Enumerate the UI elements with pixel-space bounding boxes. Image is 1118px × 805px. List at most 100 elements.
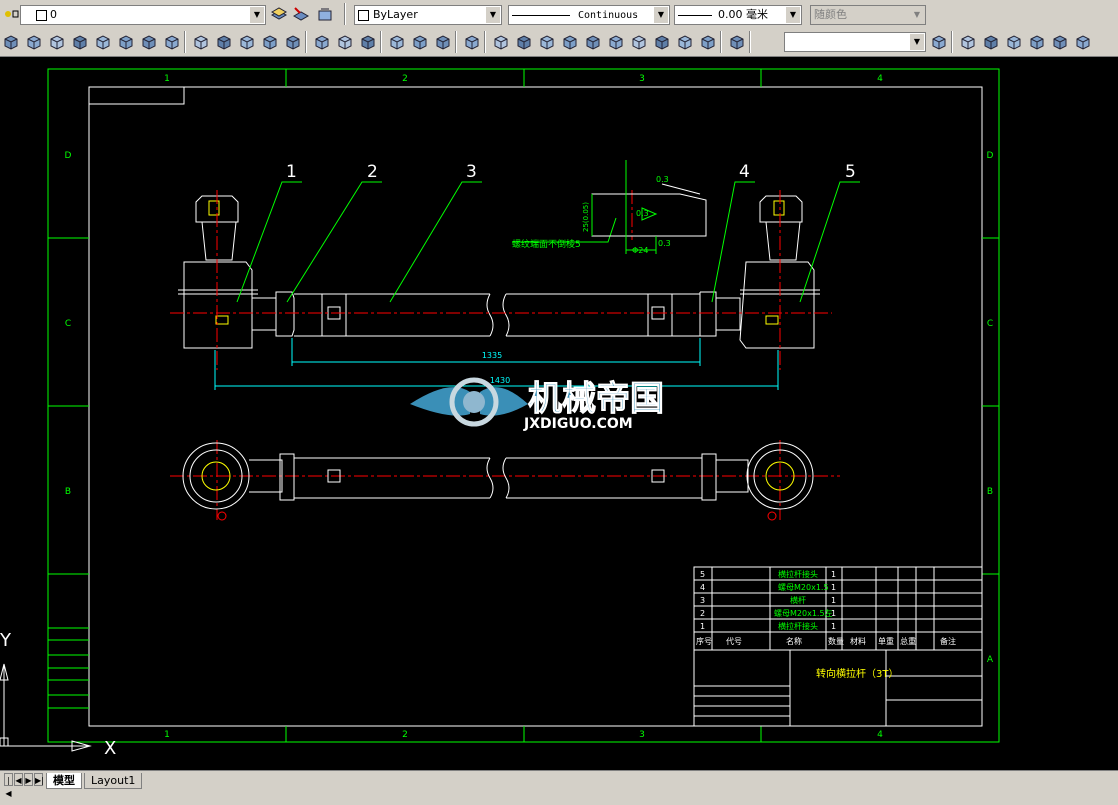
3d-align-icon[interactable] [434, 33, 452, 51]
linetype-preview [512, 14, 570, 16]
sphere-icon[interactable] [48, 33, 66, 51]
svg-text:单重: 单重 [878, 636, 894, 646]
tab-last-icon[interactable]: ▶| [34, 773, 44, 786]
modeling-toolbar: ▼ [0, 28, 1118, 57]
view-back-icon[interactable] [607, 33, 625, 51]
text-style-icon[interactable] [959, 33, 977, 51]
intersect-icon[interactable] [359, 33, 377, 51]
svg-text:Y: Y [0, 630, 12, 651]
color-dropdown[interactable]: ByLayer ▼ [354, 5, 502, 25]
chevron-down-icon[interactable]: ▼ [910, 34, 924, 50]
view-left-icon[interactable] [538, 33, 556, 51]
view-top-icon[interactable] [492, 33, 510, 51]
col-label-top: 4 [877, 74, 883, 84]
3d-move-icon[interactable] [388, 33, 406, 51]
cylinder-icon[interactable] [71, 33, 89, 51]
svg-text:横拉杆接头: 横拉杆接头 [778, 569, 818, 579]
view-bottom-icon[interactable] [515, 33, 533, 51]
svg-text:5: 5 [700, 570, 705, 579]
sweep-icon[interactable] [238, 33, 256, 51]
tab-layout1[interactable]: Layout1 [84, 773, 143, 789]
torus-icon[interactable] [94, 33, 112, 51]
layer-previous-icon[interactable] [316, 5, 334, 23]
layer-dropdown[interactable]: 0 ▼ [20, 5, 266, 25]
svg-text:备注: 备注 [940, 636, 956, 646]
iso-nw-icon[interactable] [699, 33, 717, 51]
balloon-5: 5 [845, 162, 856, 182]
extrude-icon[interactable] [192, 33, 210, 51]
realistic-icon[interactable] [1051, 33, 1069, 51]
svg-text:1: 1 [700, 622, 705, 631]
hidden-icon[interactable] [1005, 33, 1023, 51]
view-front-icon[interactable] [584, 33, 602, 51]
cone-icon[interactable] [25, 33, 43, 51]
iso-ne-icon[interactable] [676, 33, 694, 51]
color-swatch [358, 9, 369, 21]
layer-manager-icon[interactable] [270, 5, 288, 23]
iso-sw-icon[interactable] [630, 33, 648, 51]
lineweight-dropdown[interactable]: 0.00 毫米 ▼ [674, 5, 802, 25]
revolve-icon[interactable] [215, 33, 233, 51]
tab-first-icon[interactable]: |◀ [4, 773, 13, 798]
subtract-icon[interactable] [336, 33, 354, 51]
tab-prev-icon[interactable]: ◀ [14, 773, 23, 786]
dim-outer-text: 1430 [490, 376, 510, 385]
conceptual-icon[interactable] [1028, 33, 1046, 51]
helix-icon[interactable] [140, 33, 158, 51]
loft-icon[interactable] [261, 33, 279, 51]
row-label-right: B [987, 487, 993, 497]
presspull-icon[interactable] [284, 33, 302, 51]
chevron-down-icon[interactable]: ▼ [786, 7, 800, 23]
watermark-title: 机械帝国 [528, 379, 664, 419]
svg-text:1: 1 [831, 583, 836, 592]
make-current-icon[interactable] [292, 5, 310, 23]
detail-view [591, 183, 707, 237]
viewport-dropdown[interactable]: ▼ [784, 32, 926, 52]
view-right-icon[interactable] [561, 33, 579, 51]
layer-state-icon[interactable] [2, 5, 20, 23]
row-label-left: B [65, 487, 71, 497]
row-label-left: D [65, 151, 72, 161]
svg-text:螺纹端面不倒棱5: 螺纹端面不倒棱5 [512, 238, 581, 250]
svg-text:总重: 总重 [900, 636, 916, 646]
balloon-numbers: 1 2 3 4 5 [286, 162, 856, 182]
3d-rotate-icon[interactable] [411, 33, 429, 51]
drawing-canvas[interactable]: 1 2 3 4 1 2 3 4 D C B D C B A 1335 1430 … [0, 57, 1118, 770]
svg-text:0.3: 0.3 [636, 209, 649, 218]
ucs-icon[interactable] [463, 33, 481, 51]
tie-rod-top-view [182, 442, 814, 521]
toolbar-separator [184, 31, 186, 53]
detail-dim-text: 0.3 0.3 0.3 Φ24 螺纹端面不倒棱5 25(0.05) [512, 175, 671, 255]
tab-model[interactable]: 模型 [46, 773, 82, 789]
balloon-3: 3 [466, 162, 477, 182]
visual-style-icon[interactable] [930, 33, 948, 51]
svg-text:Φ24: Φ24 [632, 246, 648, 255]
toolbar-separator [720, 31, 722, 53]
iso-se-icon[interactable] [653, 33, 671, 51]
toolbar-separator [305, 31, 307, 53]
chevron-down-icon[interactable]: ▼ [486, 7, 500, 23]
toolbar-separator [380, 31, 382, 53]
svg-text:1: 1 [831, 570, 836, 579]
svg-text:螺母M20x1.5: 螺母M20x1.5 [778, 582, 829, 592]
planar-surface-icon[interactable] [163, 33, 181, 51]
chevron-down-icon[interactable]: ▼ [250, 7, 264, 23]
toolbar-separator [749, 31, 751, 53]
camera-icon[interactable] [728, 33, 746, 51]
toolbar-separator [344, 3, 346, 25]
col-label-top: 2 [402, 74, 408, 84]
toolbar-separator [484, 31, 486, 53]
watermark-logo: 机械帝国 JXDIGUO.COM [410, 377, 665, 432]
chevron-down-icon[interactable]: ▼ [654, 7, 668, 23]
layer-props-icon[interactable] [1074, 33, 1092, 51]
linetype-dropdown[interactable]: Continuous ▼ [508, 5, 670, 25]
svg-text:数量: 数量 [828, 636, 844, 646]
svg-text:横拉杆接头: 横拉杆接头 [778, 621, 818, 631]
pyramid-icon[interactable] [117, 33, 135, 51]
col-label-top: 3 [639, 74, 645, 84]
wireframe-icon[interactable] [982, 33, 1000, 51]
wedge-icon[interactable] [2, 33, 20, 51]
col-label-bottom: 2 [402, 730, 408, 740]
union-icon[interactable] [313, 33, 331, 51]
tab-next-icon[interactable]: ▶ [24, 773, 33, 786]
